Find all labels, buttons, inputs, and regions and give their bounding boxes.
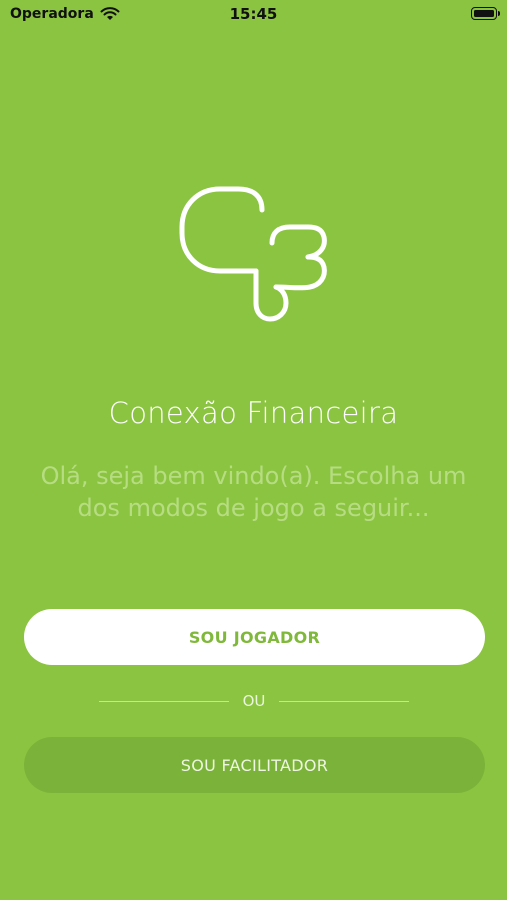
battery-icon — [471, 7, 500, 20]
app-logo — [179, 186, 327, 322]
status-bar: Operadora 15:45 — [0, 0, 507, 30]
player-button[interactable]: SOU JOGADOR — [24, 609, 485, 665]
welcome-subtitle: Olá, seja bem vindo(a). Escolha um dos m… — [40, 462, 467, 522]
facilitator-button[interactable]: SOU FACILITADOR — [24, 737, 485, 793]
divider-label: OU — [242, 692, 266, 710]
or-divider: OU — [99, 690, 410, 712]
divider-line-right — [279, 700, 410, 702]
status-time: 15:45 — [229, 5, 278, 23]
app-title: Conexão Financeira — [108, 396, 399, 430]
divider-line-left — [99, 700, 229, 702]
